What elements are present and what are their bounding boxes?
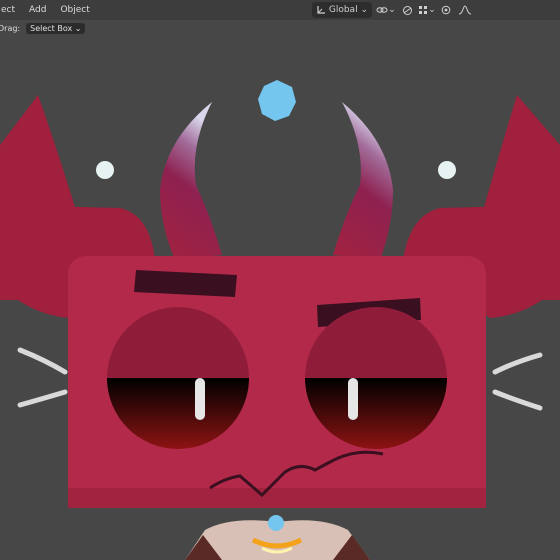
falloff-curve-icon: [458, 5, 472, 15]
orientation-label: Global: [328, 5, 358, 15]
transform-orientation-icon: [317, 6, 325, 14]
menu-add[interactable]: Add: [26, 3, 49, 17]
grid-snap-icon: [419, 6, 428, 14]
right-horn: [333, 102, 393, 260]
proportional-editing-toggle[interactable]: [440, 2, 452, 18]
right-eye: [305, 307, 447, 449]
snap-target-button[interactable]: ⌄: [417, 2, 437, 18]
pivot-point-button[interactable]: ⌄: [375, 2, 397, 18]
3d-viewport[interactable]: [0, 0, 560, 560]
transform-orientation-dropdown[interactable]: Global ⌄: [312, 2, 372, 18]
chevron-down-icon: ⌄: [360, 5, 368, 15]
right-sparkle: [438, 161, 456, 179]
left-sparkle: [96, 161, 114, 179]
tool-settings-bar: Drag: Select Box ⌄: [0, 20, 560, 36]
proportional-editing-icon: [441, 5, 451, 15]
chevron-down-icon: ⌄: [74, 23, 82, 33]
snap-icon: [402, 5, 412, 15]
chevron-down-icon: ⌄: [388, 5, 396, 15]
necklace-gem: [268, 515, 284, 531]
crown-gem: [258, 80, 296, 121]
menu-object[interactable]: Object: [57, 3, 92, 17]
viewport-tools: Global ⌄ ⌄ ⌄: [312, 2, 475, 18]
link-icon: [376, 7, 388, 13]
select-box-label: Select Box: [30, 23, 73, 33]
header-bar: ect Add Object Global ⌄ ⌄ ⌄: [0, 0, 560, 20]
snap-toggle[interactable]: [400, 2, 414, 18]
menu-select[interactable]: ect: [0, 3, 18, 17]
left-horn: [160, 102, 222, 260]
chevron-down-icon: ⌄: [428, 5, 436, 15]
select-box-dropdown[interactable]: Select Box ⌄: [26, 22, 86, 34]
falloff-button[interactable]: [455, 2, 475, 18]
left-eye: [107, 307, 249, 449]
head-shadow: [68, 488, 486, 508]
drag-label: Drag:: [0, 23, 21, 33]
